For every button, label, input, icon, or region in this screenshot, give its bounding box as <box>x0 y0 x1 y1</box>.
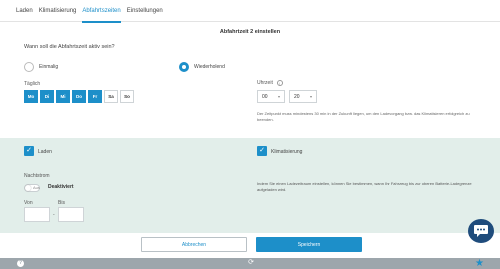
klima-checkbox[interactable]: ✓ <box>257 146 267 156</box>
day-mi[interactable]: Mi <box>56 90 70 103</box>
day-mo[interactable]: Mo <box>24 90 38 103</box>
weekday-selector: Mo Di Mi Do Fr Sa So <box>24 90 134 103</box>
minute-select[interactable]: 20 ▾ <box>289 90 317 103</box>
cancel-button[interactable]: Abbrechen <box>141 237 247 252</box>
radio-circle[interactable] <box>179 62 189 72</box>
radio-circle[interactable] <box>24 62 34 72</box>
time-hint: Der Zeitpunkt muss mindestens 30 min in … <box>257 111 470 122</box>
day-do[interactable]: Do <box>72 90 86 103</box>
toggle-off-text: Aus <box>33 185 40 190</box>
departure-question: Wann soll die Abfahrtszeit aktiv sein? <box>24 44 115 50</box>
day-so[interactable]: So <box>120 90 134 103</box>
day-di[interactable]: Di <box>40 90 54 103</box>
save-button[interactable]: Speichern <box>256 237 362 252</box>
minute-value: 20 <box>294 93 300 100</box>
info-icon[interactable]: i <box>276 80 283 86</box>
tab-abfahrtszeiten[interactable]: Abfahrtszeiten <box>82 0 122 23</box>
star-icon[interactable]: ★ <box>475 258 484 269</box>
radio-wiederholend[interactable]: Wiederholend <box>179 62 225 72</box>
nachtstrom-label: Nachtstrom <box>24 173 50 179</box>
tab-bar: Laden Klimatisierung Abfahrtszeiten Eins… <box>0 0 500 23</box>
days-label: Täglich <box>24 81 41 87</box>
hour-value: 00 <box>262 93 268 100</box>
radio-label: Wiederholend <box>194 64 225 70</box>
radio-label: Einmalig <box>39 64 59 70</box>
von-label: Von <box>24 200 33 206</box>
tab-laden[interactable]: Laden <box>16 0 33 22</box>
day-fr[interactable]: Fr <box>88 90 102 103</box>
bis-label: Bis <box>58 200 65 206</box>
time-label-row: Uhrzeit i <box>257 80 283 86</box>
bis-input[interactable] <box>58 207 84 222</box>
toggle-knob <box>25 185 31 191</box>
von-input[interactable] <box>24 207 50 222</box>
chevron-down-icon: ▾ <box>309 94 312 99</box>
day-sa[interactable]: Sa <box>104 90 118 103</box>
tab-einstellungen[interactable]: Einstellungen <box>127 0 163 22</box>
refresh-icon[interactable]: ⟳ <box>247 259 255 267</box>
laderaum-info: Indem Sie einen Ladezeitraum einstellen,… <box>257 181 472 192</box>
chat-bubble-icon <box>474 225 488 237</box>
tab-klimatisierung[interactable]: Klimatisierung <box>39 0 77 22</box>
range-dash: - <box>53 212 55 218</box>
klima-label: Klimatisierung <box>271 149 303 155</box>
radio-einmalig[interactable]: Einmalig <box>24 62 58 72</box>
time-label: Uhrzeit <box>257 80 273 86</box>
laden-label: Laden <box>38 149 52 155</box>
chat-button[interactable] <box>468 219 494 243</box>
chevron-down-icon: ▾ <box>277 94 280 99</box>
toggle-state: Deaktiviert <box>48 184 74 190</box>
laden-checkbox[interactable]: ✓ <box>24 146 34 156</box>
hour-select[interactable]: 00 ▾ <box>257 90 285 103</box>
page-title: Abfahrtzeit 2 einstellen <box>219 29 281 35</box>
help-icon[interactable]: ? <box>17 260 24 267</box>
